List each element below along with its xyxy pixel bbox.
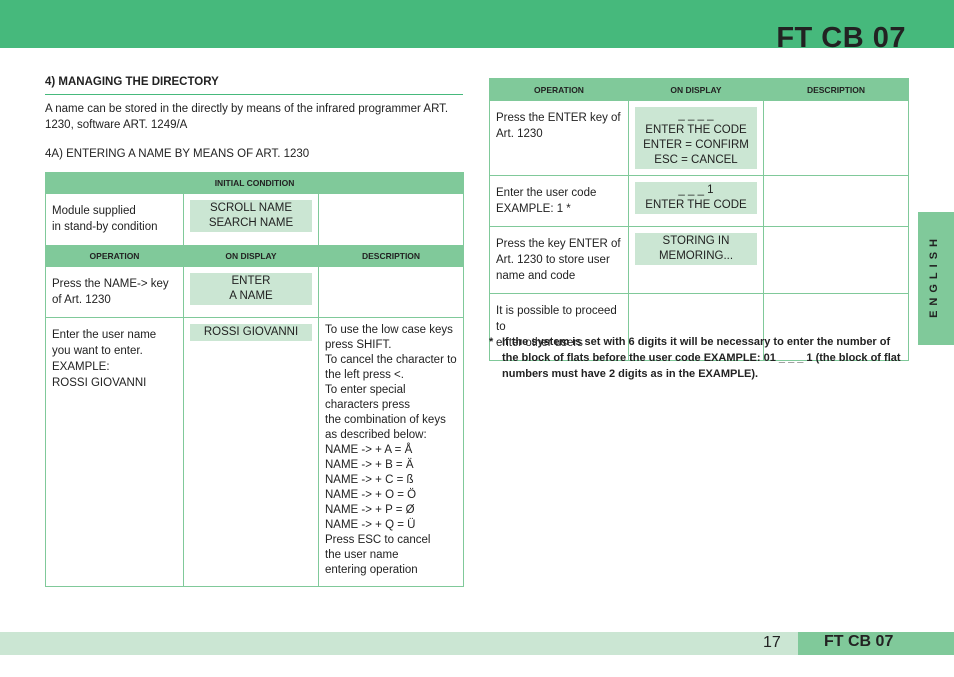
text-line: Enter the user name bbox=[52, 329, 157, 341]
table-row: Press the ENTER key of Art. 1230 _ _ _ _ EN… bbox=[489, 100, 909, 176]
col-on-display: ON DISPLAY bbox=[183, 245, 319, 267]
table-row: Press the key ENTER of Art. 1230 to store… bbox=[489, 226, 909, 294]
text-line: NAME -> + O = Ö bbox=[325, 489, 417, 501]
text-line: To use the low case keys bbox=[325, 324, 453, 336]
text-line: you want to enter. bbox=[52, 345, 143, 357]
text-line: entering operation bbox=[325, 564, 418, 576]
text-line: NAME -> + C = ß bbox=[325, 474, 414, 486]
text-line: NAME -> + P = Ø bbox=[325, 504, 415, 516]
language-tab: ENGLISH bbox=[918, 212, 954, 345]
text-line: ENTER THE CODE bbox=[645, 124, 747, 136]
col-on-display: ON DISPLAY bbox=[628, 78, 764, 101]
footnote: * If the system is set with 6 digits it … bbox=[489, 336, 901, 380]
text-line: NAME -> + B = Ä bbox=[325, 459, 414, 471]
text-line: NAME -> + A = Å bbox=[325, 444, 413, 456]
page-number: 17 bbox=[763, 634, 781, 651]
text-line: ENTER = CONFIRM bbox=[643, 139, 749, 151]
text-line: the combination of keys bbox=[325, 414, 446, 426]
text-line: ESC = CANCEL bbox=[654, 154, 738, 166]
document-title: FT CB 07 bbox=[776, 22, 906, 54]
initial-condition-header: INITIAL CONDITION bbox=[44, 172, 465, 194]
text-line: It is possible to proceed to bbox=[496, 305, 617, 333]
subsection-title: 4A) ENTERING A NAME BY MEANS OF ART. 123… bbox=[45, 148, 310, 160]
col-description: DESCRIPTION bbox=[763, 78, 909, 101]
text-line: STORING IN bbox=[662, 235, 730, 247]
initial-display: SCROLL NAME SEARCH NAME bbox=[183, 193, 319, 246]
text-line: MEMORING... bbox=[658, 250, 734, 262]
text-line: the left press <. bbox=[325, 369, 404, 381]
text-line: ROSSI GIOVANNI bbox=[52, 377, 147, 389]
text-line: Art. 1230 to store user bbox=[496, 254, 610, 266]
text-line: EXAMPLE: 1 * bbox=[496, 203, 571, 215]
text-line: Art. 1230 bbox=[496, 128, 543, 140]
text-line: _ _ _ _ bbox=[678, 109, 714, 121]
section-title: 4) MANAGING THE DIRECTORY bbox=[45, 76, 463, 95]
text-line: Press the key ENTER of bbox=[496, 238, 621, 250]
text-line: as described below: bbox=[325, 429, 427, 441]
text-line: Press ESC to cancel bbox=[325, 534, 431, 546]
text-line: EXAMPLE: bbox=[52, 361, 110, 373]
initial-desc bbox=[317, 193, 465, 246]
text-line: ENTER THE CODE bbox=[645, 199, 747, 211]
col-description: DESCRIPTION bbox=[317, 245, 465, 267]
table-row: Press the NAME-> key of Art. 1230 ENTER A … bbox=[45, 266, 465, 318]
text-line: To cancel the character to bbox=[325, 354, 457, 366]
text-line: NAME -> + Q = Ü bbox=[325, 519, 416, 531]
text-line: characters press bbox=[325, 399, 411, 411]
table-row: Enter the user code EXAMPLE: 1 * _ _ _ 1 EN… bbox=[489, 175, 909, 227]
text-line: Press the ENTER key of bbox=[496, 112, 621, 124]
col-operation: OPERATION bbox=[489, 78, 629, 101]
table-row: Enter the user name you want to enter. EXA… bbox=[45, 317, 465, 587]
text-line: _ _ _ 1 bbox=[678, 184, 714, 196]
text-line: Enter the user code bbox=[496, 187, 597, 199]
intro-paragraph: A name can be stored in the directly by … bbox=[45, 103, 449, 131]
col-operation: OPERATION bbox=[45, 245, 184, 267]
text-line: press SHIFT. bbox=[325, 339, 392, 351]
right-table: OPERATION ON DISPLAY DESCRIPTION Press the… bbox=[489, 78, 909, 361]
text-line: name and code bbox=[496, 270, 576, 282]
initial-op: Module supplied in stand-by condition bbox=[45, 193, 184, 246]
left-table: INITIAL CONDITION Module supplied in stan… bbox=[44, 172, 465, 587]
text-line: the user name bbox=[325, 549, 399, 561]
footer-band bbox=[0, 632, 798, 655]
footer-title: FT CB 07 bbox=[824, 633, 894, 650]
text-line: To enter special bbox=[325, 384, 406, 396]
